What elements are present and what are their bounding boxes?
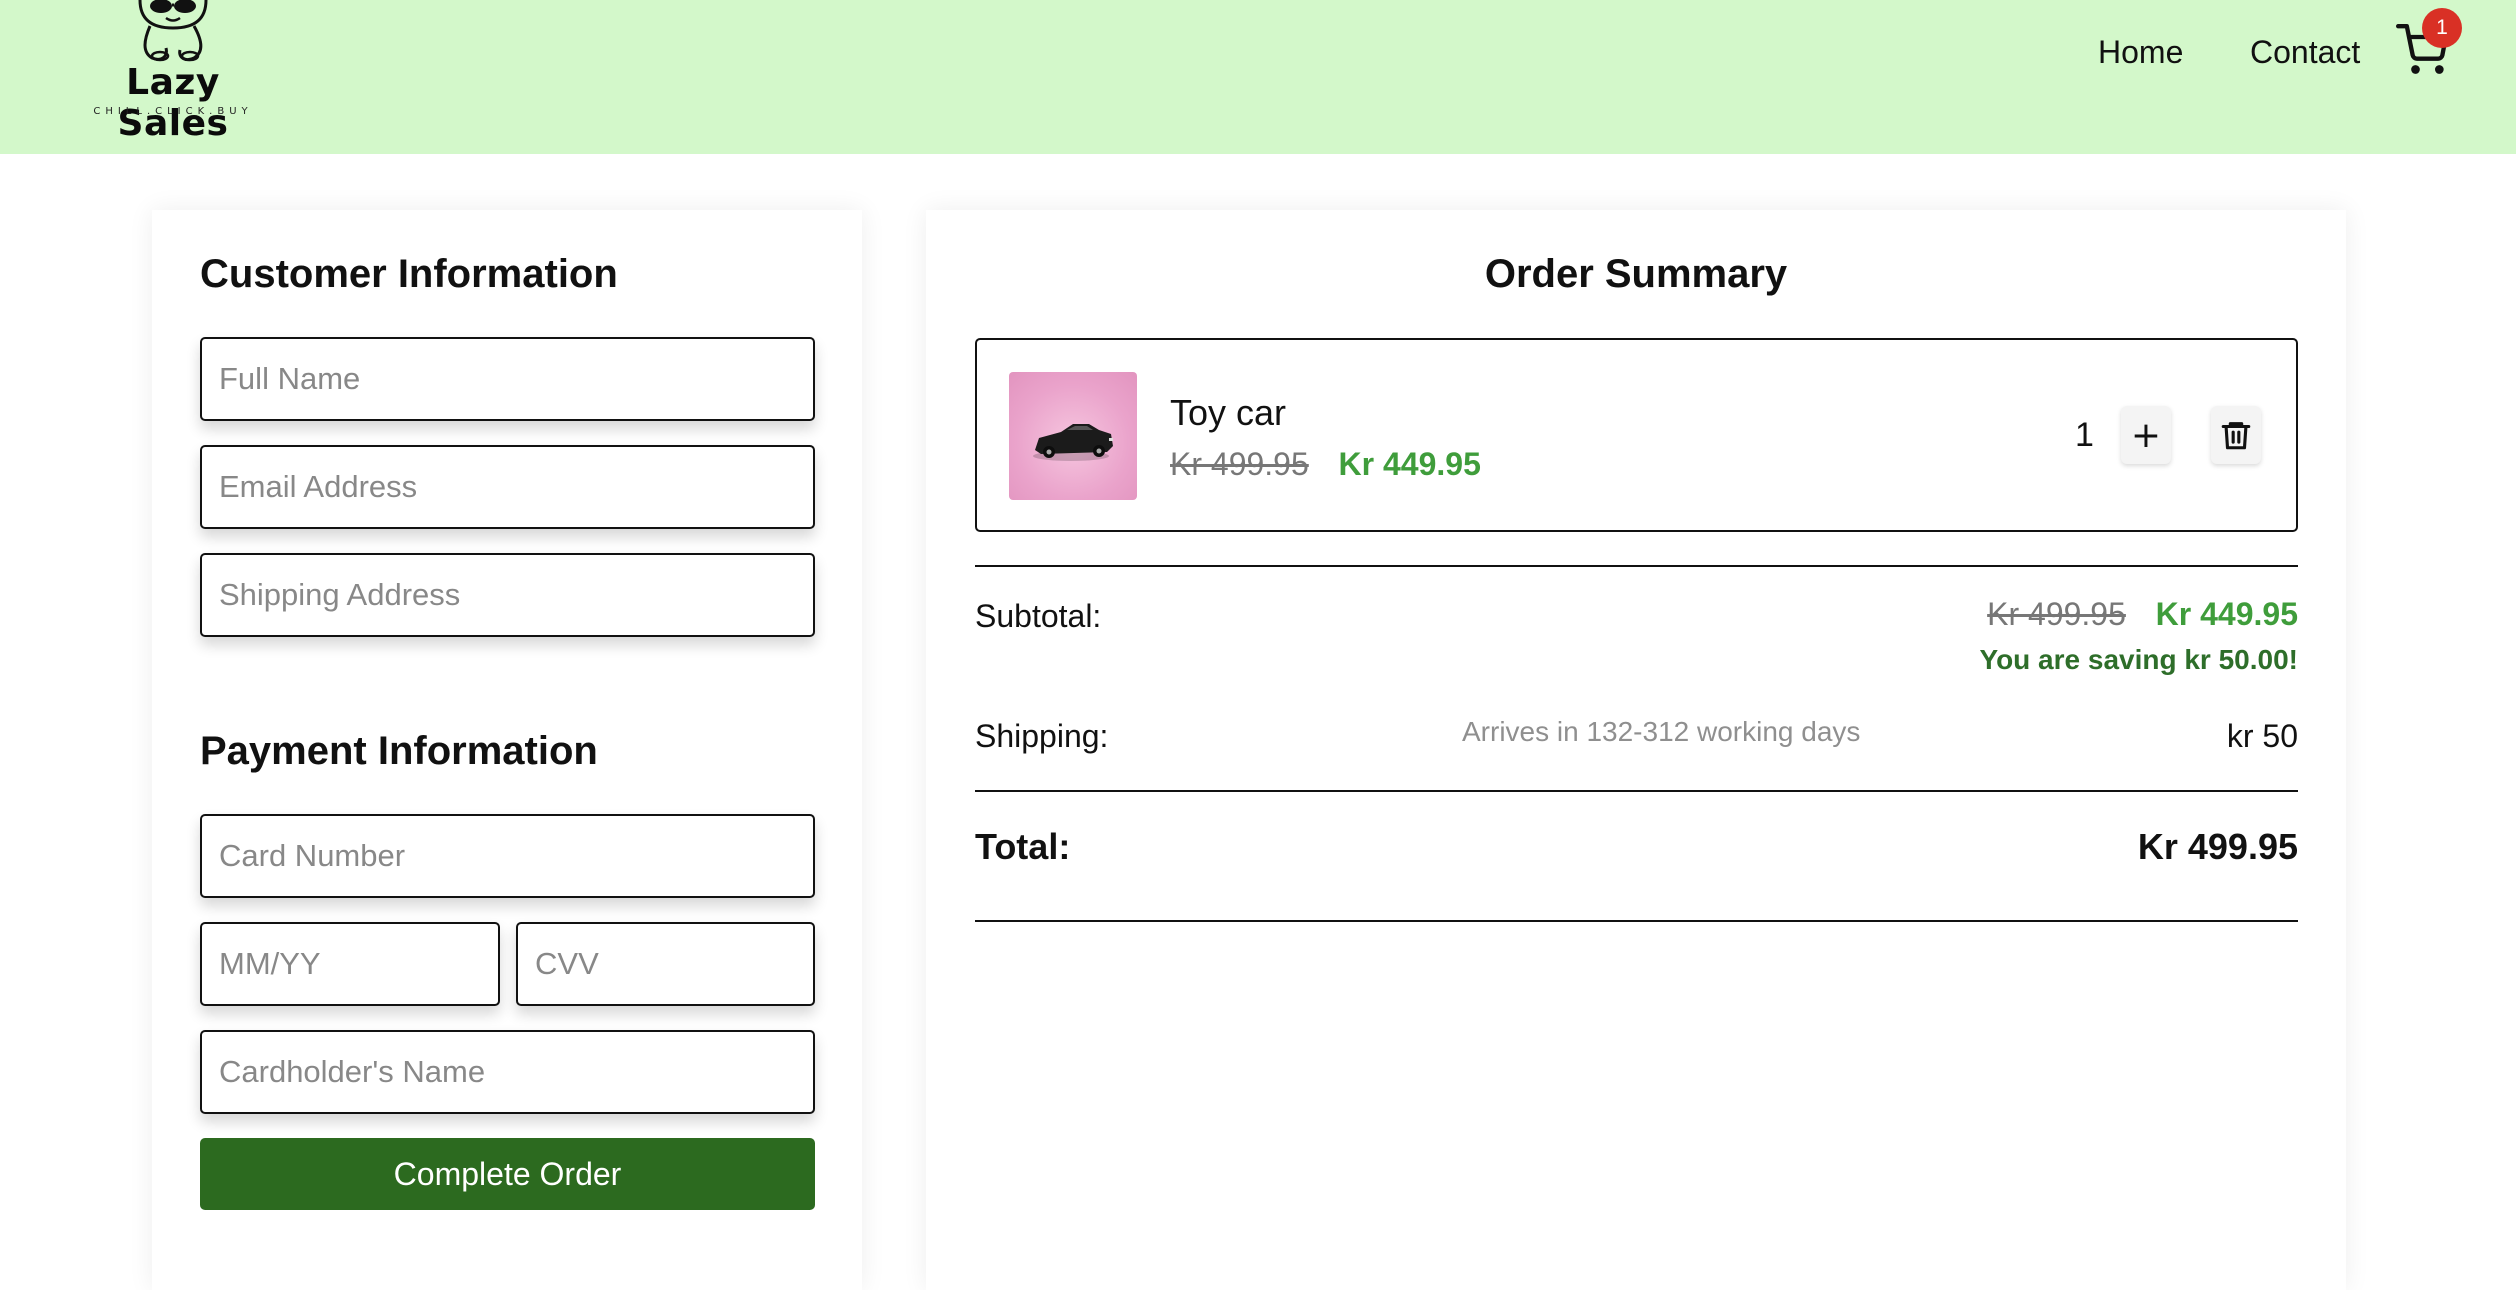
trash-icon: [2221, 422, 2251, 450]
divider: [975, 790, 2298, 792]
logo-tagline: CHILL.CLICK.BUY: [93, 106, 253, 117]
item-price: Kr 499.95 Kr 449.95: [1170, 446, 1481, 483]
subtotal-value: Kr 499.95 Kr 449.95: [1987, 596, 2298, 633]
increase-quantity-button[interactable]: +: [2121, 406, 2171, 464]
card-number-input[interactable]: [200, 814, 815, 898]
item-new-price: Kr 449.95: [1338, 446, 1481, 482]
item-quantity: 1: [2075, 416, 2094, 454]
shipping-cost: kr 50: [2226, 718, 2298, 754]
total-value: Kr 499.95: [2137, 826, 2298, 867]
shipping-address-input[interactable]: [200, 553, 815, 637]
nav-home-link[interactable]: Home: [2098, 34, 2183, 71]
shipping-estimate: Arrives in 132-312 working days: [1462, 716, 1861, 747]
cardholder-name-input[interactable]: [200, 1030, 815, 1114]
expiry-input[interactable]: [200, 922, 500, 1006]
savings-note: You are saving kr 50.00!: [1979, 644, 2298, 675]
nav-contact-link[interactable]: Contact: [2250, 34, 2360, 71]
order-summary-title: Order Summary: [1484, 252, 1788, 296]
shipping-label: Shipping:: [975, 718, 1109, 754]
subtotal-new-price: Kr 449.95: [2155, 596, 2298, 632]
remove-item-button[interactable]: [2211, 406, 2261, 464]
subtotal-label: Subtotal:: [975, 598, 1102, 634]
full-name-input[interactable]: [200, 337, 815, 421]
toy-car-icon: [1033, 424, 1113, 461]
customer-info-title: Customer Information: [200, 252, 618, 296]
cart-item: Toy car Kr 499.95 Kr 449.95 1 +: [975, 338, 2298, 532]
total-label: Total:: [975, 826, 1071, 867]
sloth-mascot-icon: [138, 0, 208, 62]
subtotal-old-price: Kr 499.95: [1987, 596, 2126, 632]
divider: [975, 920, 2298, 922]
divider: [975, 565, 2298, 567]
item-name: Toy car: [1170, 392, 1287, 433]
cart-count-badge: 1: [2422, 8, 2462, 48]
complete-order-button[interactable]: Complete Order: [200, 1138, 815, 1210]
item-old-price: Kr 499.95: [1170, 446, 1309, 482]
payment-info-title: Payment Information: [200, 729, 598, 773]
logo-title: Lazy Sales: [117, 62, 229, 144]
cvv-input[interactable]: [516, 922, 815, 1006]
cart-button[interactable]: 1: [2396, 8, 2462, 76]
product-image[interactable]: [1009, 372, 1137, 500]
site-header: Lazy Sales CHILL.CLICK.BUY Home Contact …: [0, 0, 2516, 154]
email-input[interactable]: [200, 445, 815, 529]
logo[interactable]: Lazy Sales CHILL.CLICK.BUY: [68, 0, 278, 144]
